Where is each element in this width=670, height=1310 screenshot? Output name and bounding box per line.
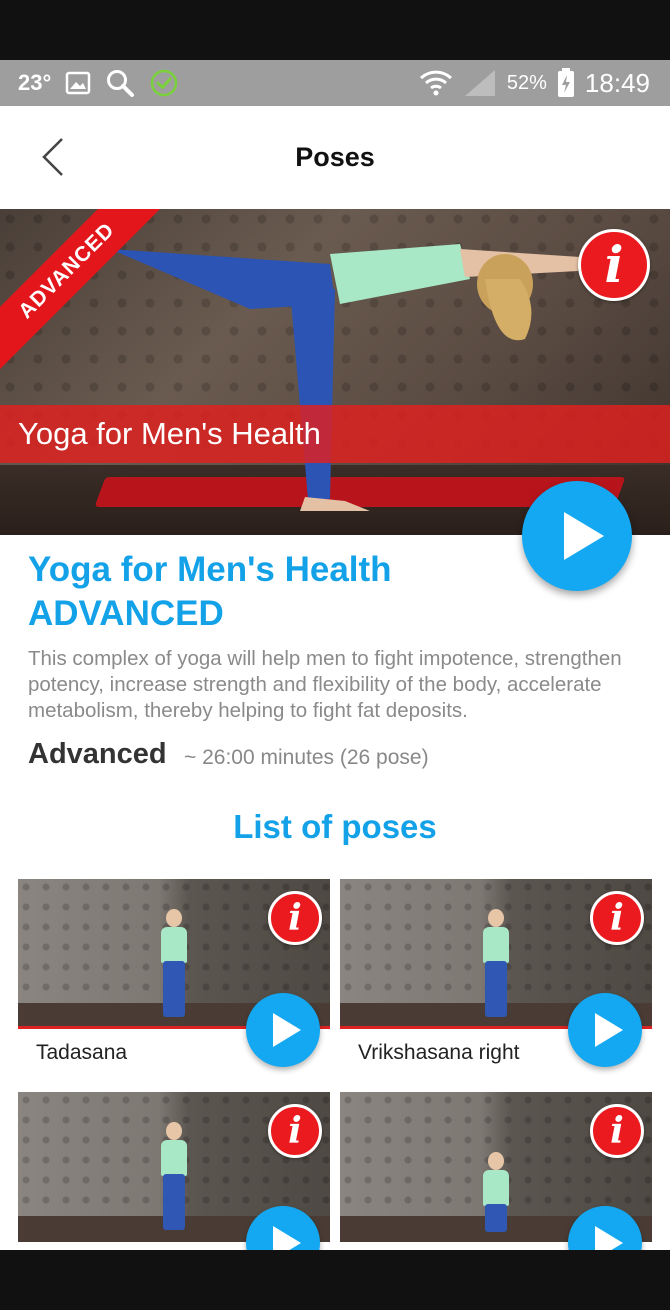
pose-label: Vrikshasana right <box>358 1041 520 1064</box>
status-right: 52% 18:49 <box>419 60 650 106</box>
program-title: Yoga for Men's Health <box>28 550 392 589</box>
pose-play-button[interactable] <box>246 993 320 1067</box>
program-description: This complex of yoga will help men to fi… <box>28 647 622 722</box>
pose-play-button[interactable] <box>568 993 642 1067</box>
battery-percent: 52% <box>506 71 547 94</box>
play-icon <box>564 512 604 560</box>
pose-label: Tadasana <box>36 1041 128 1064</box>
app-screen: Poses ADVANCED Yoga for Men's Health i Y… <box>0 106 670 1250</box>
pose-figure <box>480 1152 510 1242</box>
top-black-bar <box>0 0 670 60</box>
play-icon <box>273 1013 301 1047</box>
pose-figure <box>480 909 510 1019</box>
temperature-text: 23° <box>18 70 52 95</box>
play-icon <box>273 1226 301 1250</box>
info-icon: i <box>604 235 624 294</box>
info-icon: i <box>288 897 302 939</box>
play-icon <box>595 1226 623 1250</box>
battery-charging-icon <box>557 68 574 97</box>
status-left: 23° <box>18 60 179 106</box>
pose-figure <box>158 909 188 1019</box>
play-program-button[interactable] <box>522 481 632 591</box>
pose-card-tadasana[interactable]: i Tadasana <box>18 879 330 1075</box>
pose-figure <box>158 1122 188 1232</box>
wifi-icon <box>419 70 452 96</box>
back-button[interactable] <box>28 132 78 182</box>
search-icon <box>107 70 135 97</box>
pose-info-button[interactable]: i <box>268 1104 322 1158</box>
hero-info-button[interactable]: i <box>578 229 650 301</box>
program-duration: ~ 26:00 minutes (26 pose) <box>184 746 429 769</box>
pose-info-button[interactable]: i <box>590 1104 644 1158</box>
play-icon <box>595 1013 623 1047</box>
info-icon: i <box>610 897 624 939</box>
hero-banner-text: Yoga for Men's Health <box>18 416 321 451</box>
signal-icon <box>464 70 495 96</box>
program-level: Advanced <box>28 738 167 770</box>
info-icon: i <box>610 1110 624 1152</box>
clock-time: 18:49 <box>584 67 650 98</box>
check-circle-icon <box>151 69 178 97</box>
program-level-title: ADVANCED <box>28 594 224 633</box>
pose-info-button[interactable]: i <box>268 891 322 945</box>
app-bar: Poses <box>0 106 670 209</box>
pose-info-button[interactable]: i <box>590 891 644 945</box>
page-title: Poses <box>295 142 375 172</box>
pose-card-3[interactable]: i <box>18 1092 330 1250</box>
status-bar: 23° 52% 18:49 <box>0 60 670 106</box>
chevron-left-icon <box>42 138 63 176</box>
bottom-black-bar <box>0 1250 670 1310</box>
info-icon: i <box>288 1110 302 1152</box>
pose-card-4[interactable]: i <box>340 1092 652 1250</box>
poses-list-title: List of poses <box>233 808 437 845</box>
pose-card-vrikshasana-right[interactable]: i Vrikshasana right <box>340 879 652 1075</box>
gallery-icon <box>66 71 91 95</box>
